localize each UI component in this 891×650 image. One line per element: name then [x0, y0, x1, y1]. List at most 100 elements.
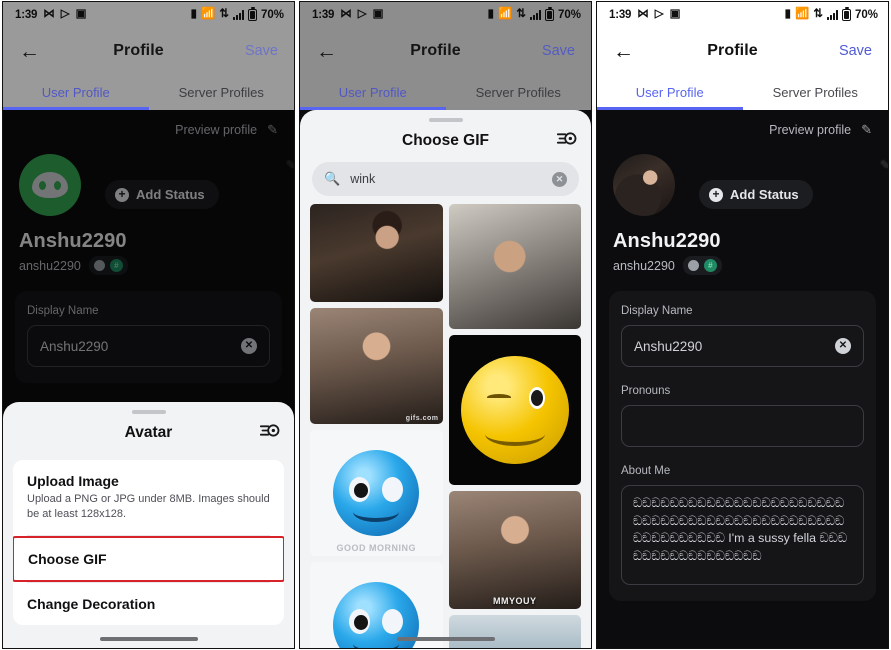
display-name-label: Display Name [621, 305, 693, 317]
tab-bar: User Profile Server Profiles [597, 74, 888, 110]
choose-gif-sheet: Choose GIF 🔍 wink ✕ gifs.com GOOD MORNIN… [300, 110, 591, 648]
clear-icon[interactable]: ✕ [552, 171, 567, 187]
panel-avatar-sheet: 1:39 ⋈ ▷ ▣ ▮ 📶 ⇅ 70% ← Profile Save User… [2, 1, 295, 649]
music-icon: ⋈ [340, 8, 352, 21]
panel1-header: 1:39 ⋈ ▷ ▣ ▮ 📶 ⇅ 70% ← Profile Save User… [3, 2, 294, 110]
handle-row: anshu2290 # [19, 256, 294, 275]
gif-caption: GOOD MORNING [336, 543, 416, 554]
profile-body: Preview profile ✎ ✎ + Add Status Anshu22… [597, 110, 888, 648]
battery-percent: 70% [260, 9, 284, 21]
battery-icon [544, 7, 554, 21]
status-time: 1:39 [312, 9, 335, 21]
gif-column-left: gifs.com GOOD MORNING [310, 204, 443, 648]
gif-search-field[interactable]: 🔍 wink ✕ [312, 162, 579, 196]
display-name-label: Display Name [27, 305, 99, 317]
status-badge-icon [93, 260, 105, 271]
about-me-input[interactable]: ඞඞඞඞඞඞඞඞඞඞඞඞඞඞඞඞඞඞඞඞඞඞඞඞඞඞඞඞඞඞඞඞඞඞඞඞඞඞඞඞ… [621, 485, 864, 585]
back-button[interactable]: ← [613, 41, 641, 62]
status-bar: 1:39 ⋈ ▷ ▣ ▮ 📶 ⇅ 70% [597, 2, 888, 28]
battery-percent: 70% [854, 9, 878, 21]
gif-result-item[interactable] [310, 562, 443, 648]
motion-settings-icon[interactable] [556, 131, 577, 152]
avatar-section: ✎ + Add Status [19, 154, 294, 216]
avatar-pencil-icon[interactable]: ✎ [880, 158, 888, 172]
bluetooth-icon: ⇅ [219, 8, 229, 21]
gif-result-item[interactable] [310, 204, 443, 303]
display-name-input[interactable]: Anshu2290 ✕ [621, 325, 864, 367]
option-title: Change Decoration [27, 596, 156, 612]
gif-results-grid: gifs.com GOOD MORNING MMYOUY [300, 196, 591, 648]
option-change-decoration[interactable]: Change Decoration [13, 583, 284, 625]
sheet-title: Avatar [124, 423, 173, 441]
sheet-title: Choose GIF [402, 132, 489, 149]
gif-result-item[interactable]: gifs.com [310, 308, 443, 425]
clear-icon[interactable]: ✕ [241, 338, 257, 354]
display-name-value: Anshu2290 [40, 338, 109, 354]
screenshot-icon: ▣ [669, 8, 681, 21]
page-title: Profile [707, 42, 758, 59]
vibrate-icon: ▮ [190, 8, 197, 21]
nav-bar: ← Profile Save [3, 28, 294, 74]
preview-profile-row[interactable]: Preview profile ✎ [3, 110, 294, 140]
option-choose-gif[interactable]: Choose GIF [13, 536, 284, 582]
preview-profile-row[interactable]: Preview profile ✎ [597, 110, 888, 140]
gif-result-item[interactable] [448, 204, 581, 329]
tab-server-profiles[interactable]: Server Profiles [743, 74, 889, 110]
tab-user-profile[interactable]: User Profile [597, 74, 743, 110]
pronouns-input[interactable] [621, 405, 864, 447]
avatar-options: Upload Image Upload a PNG or JPG under 8… [13, 459, 284, 625]
display-name-input[interactable]: Anshu2290 ✕ [27, 325, 270, 367]
motion-settings-icon[interactable] [259, 422, 280, 443]
home-indicator [99, 637, 198, 641]
play-icon: ▷ [357, 8, 367, 21]
screenshot-icon: ▣ [372, 8, 384, 21]
back-button[interactable]: ← [19, 41, 47, 62]
sheet-header: Avatar [3, 414, 294, 452]
play-icon: ▷ [60, 8, 70, 21]
handle-row: anshu2290 # [613, 256, 888, 275]
panel3-header: 1:39 ⋈ ▷ ▣ ▮ 📶 ⇅ 70% ← Profile Save User… [597, 2, 888, 110]
avatar[interactable] [613, 154, 675, 216]
preview-profile-label: Preview profile [769, 123, 852, 137]
gif-result-item[interactable] [448, 615, 581, 648]
battery-icon [841, 7, 851, 21]
nav-bar: ← Profile Save [300, 28, 591, 74]
add-status-button[interactable]: + Add Status [105, 180, 219, 209]
panel-choose-gif: 1:39 ⋈ ▷ ▣ ▮ 📶 ⇅ 70% ← Profile Save User… [299, 1, 592, 649]
avatar-bottom-sheet: Avatar Upload Image Upload a PNG or JPG … [3, 401, 294, 648]
tab-server-profiles[interactable]: Server Profiles [446, 74, 592, 110]
pencil-icon[interactable]: ✎ [861, 122, 872, 138]
user-handle: anshu2290 [19, 258, 81, 273]
option-subtitle: Upload a PNG or JPG under 8MB. Images sh… [27, 492, 270, 520]
tab-server-profiles[interactable]: Server Profiles [149, 74, 295, 110]
save-button[interactable]: Save [824, 43, 872, 59]
gif-column-right: MMYOUY [448, 204, 581, 648]
status-bar: 1:39 ⋈ ▷ ▣ ▮ 📶 ⇅ 70% [3, 2, 294, 28]
pencil-icon[interactable]: ✎ [267, 122, 278, 138]
avatar[interactable] [19, 154, 81, 216]
back-button[interactable]: ← [316, 41, 344, 62]
gif-result-item[interactable]: MMYOUY [448, 491, 581, 609]
add-status-button[interactable]: + Add Status [699, 180, 813, 209]
play-icon: ▷ [654, 8, 664, 21]
user-handle: anshu2290 [613, 258, 675, 273]
tab-user-profile[interactable]: User Profile [3, 74, 149, 110]
tab-user-profile[interactable]: User Profile [300, 74, 446, 110]
gif-search-input[interactable]: wink [350, 172, 542, 186]
option-upload-image[interactable]: Upload Image Upload a PNG or JPG under 8… [13, 460, 284, 535]
badges[interactable]: # [682, 256, 722, 275]
signal-icon [232, 10, 244, 20]
gif-result-item[interactable]: GOOD MORNING [310, 430, 443, 557]
avatar-pencil-icon[interactable]: ✎ [286, 158, 294, 172]
badges[interactable]: # [88, 256, 128, 275]
clear-icon[interactable]: ✕ [835, 338, 851, 354]
save-button[interactable]: Save [527, 43, 575, 59]
option-title: Choose GIF [28, 551, 107, 567]
save-button[interactable]: Save [230, 43, 278, 59]
screenshot-icon: ▣ [75, 8, 87, 21]
gif-result-item[interactable] [448, 335, 581, 485]
preview-profile-label: Preview profile [175, 123, 258, 137]
display-name-value: Anshu2290 [634, 338, 703, 354]
option-title: Upload Image [27, 472, 119, 489]
signal-icon [826, 10, 838, 20]
